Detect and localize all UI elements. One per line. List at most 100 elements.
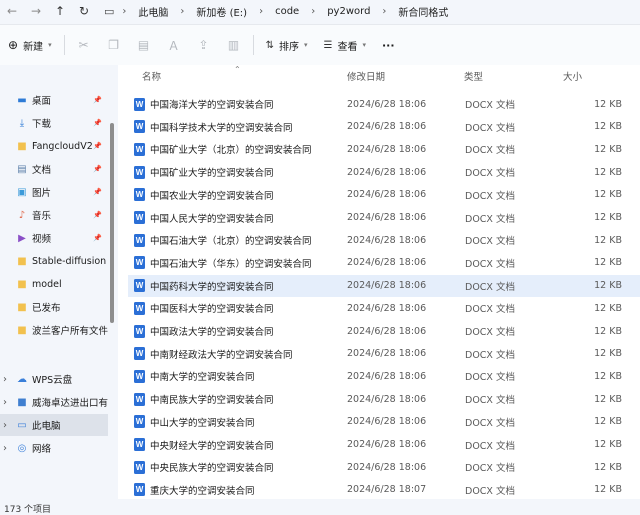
sidebar-root-item[interactable]: › ▭ 此电脑	[0, 414, 108, 436]
breadcrumb-item[interactable]: 新加卷 (E:)	[190, 4, 253, 19]
file-modified-date: 2024/6/28 18:06	[347, 280, 427, 292]
paste-icon[interactable]: ▤	[129, 31, 159, 59]
sidebar-item[interactable]: ▶ 视频 📌	[0, 227, 108, 249]
column-header-type[interactable]: 类型	[464, 69, 483, 83]
pin-icon: 📌	[93, 234, 102, 242]
file-row[interactable]: W 重庆大学的空调安装合同 2024/6/28 18:07 DOCX 文档 12 KB	[128, 479, 640, 499]
sidebar-item[interactable]: ■ Stable-diffusion	[0, 250, 108, 272]
column-header-name[interactable]: 名称	[142, 69, 161, 83]
sidebar-item-label: Stable-diffusion	[32, 255, 107, 267]
file-row[interactable]: W 中国农业大学的空调安装合同 2024/6/28 18:06 DOCX 文档 12 K…	[128, 184, 640, 206]
sidebar-item-label: model	[32, 278, 62, 290]
file-name: 中国石油大学（华东）的空调安装合同	[150, 258, 312, 270]
file-type: DOCX 文档	[465, 417, 515, 429]
sidebar-item-label: 音乐	[32, 211, 52, 222]
chevron-right-icon[interactable]: ›	[3, 397, 7, 408]
file-row[interactable]: W 中国医科大学的空调安装合同 2024/6/28 18:06 DOCX 文档 12 K…	[128, 297, 640, 319]
command-bar: ⊕ 新建 ▾ ✂ ❐ ▤ Ａ ⇪ ▥ ⇅ 排序 ▾ ☰ 查看 ▾ ···	[0, 24, 640, 66]
file-row[interactable]: W 中国石油大学（北京）的空调安装合同 2024/6/28 18:06 DOCX 文档…	[128, 229, 640, 251]
up-icon[interactable]: ↑	[48, 2, 72, 20]
file-modified-date: 2024/6/28 18:06	[347, 302, 427, 314]
file-row[interactable]: W 中山大学的空调安装合同 2024/6/28 18:06 DOCX 文档 12 KB	[128, 411, 640, 433]
column-header-row: 名称 ⌃ 修改日期 类型 大小	[118, 65, 640, 85]
copy-icon[interactable]: ❐	[99, 31, 129, 59]
sidebar-root-item[interactable]: › ■ 威海卓达进出口有限公司	[0, 391, 108, 413]
file-row[interactable]: W 中南大学的空调安装合同 2024/6/28 18:06 DOCX 文档 12 KB	[128, 365, 640, 387]
file-modified-date: 2024/6/28 18:06	[347, 439, 427, 450]
chevron-right-icon: ›	[180, 5, 185, 17]
file-modified-date: 2024/6/28 18:06	[347, 461, 427, 473]
sort-button[interactable]: ⇅ 排序 ▾	[258, 31, 316, 59]
cut-icon[interactable]: ✂	[69, 31, 99, 59]
sidebar-item[interactable]: ■ FangcloudV2 📌	[0, 135, 108, 157]
item-count: 173 个项目	[4, 505, 52, 515]
column-header-size[interactable]: 大小	[563, 69, 582, 83]
file-row[interactable]: W 中央财经大学的空调安装合同 2024/6/28 18:06 DOCX 文档 12 K…	[128, 434, 640, 456]
file-type: DOCX 文档	[465, 236, 515, 248]
file-row[interactable]: W 中国人民大学的空调安装合同 2024/6/28 18:06 DOCX 文档 12 K…	[128, 207, 640, 229]
file-row[interactable]: W 中国药科大学的空调安装合同 2024/6/28 18:06 DOCX 文档 12 K…	[128, 274, 640, 297]
view-button-label: 查看	[337, 41, 358, 53]
sidebar-item[interactable]: ■ 波兰客户所有文件	[0, 319, 108, 341]
sidebar-item[interactable]: ■ 已发布	[0, 296, 108, 318]
file-row[interactable]: W 中国科学技术大学的空调安装合同 2024/6/28 18:06 DOCX 文档 12…	[128, 116, 640, 138]
sidebar-item-label: 文档	[32, 165, 52, 176]
breadcrumb-item[interactable]: code	[269, 6, 305, 17]
sidebar-root-item[interactable]: › ☁ WPS云盘	[0, 368, 108, 390]
videos-icon: ▶	[18, 232, 26, 244]
file-name: 中国矿业大学（北京）的空调安装合同	[150, 145, 312, 157]
chevron-right-icon[interactable]: ›	[3, 420, 7, 431]
file-row[interactable]: W 中国矿业大学的空调安装合同 2024/6/28 18:06 DOCX 文档 12 K…	[128, 161, 640, 183]
sidebar-root-item[interactable]: › ◎ 网络	[0, 437, 108, 459]
sidebar-item[interactable]: ⤓ 下载 📌	[0, 112, 108, 134]
scrollbar-thumb[interactable]	[110, 123, 114, 323]
breadcrumb-item[interactable]: py2word	[321, 6, 376, 17]
file-size: 12 KB	[594, 166, 622, 178]
computer-icon[interactable]: ▭	[104, 5, 114, 18]
new-button[interactable]: ⊕ 新建 ▾	[0, 31, 60, 59]
sidebar-item[interactable]: ▣ 图片 📌	[0, 181, 108, 203]
pin-icon: 📌	[93, 211, 102, 219]
rename-icon[interactable]: Ａ	[159, 31, 189, 59]
back-icon[interactable]: ←	[0, 2, 24, 20]
file-modified-date: 2024/6/28 18:06	[347, 166, 427, 178]
chevron-right-icon[interactable]: ›	[3, 374, 7, 385]
file-modified-date: 2024/6/28 18:06	[347, 370, 427, 382]
music-icon: ♪	[18, 209, 26, 221]
file-size: 12 KB	[594, 257, 622, 269]
refresh-icon[interactable]: ↻	[72, 2, 96, 20]
file-row[interactable]: W 中南民族大学的空调安装合同 2024/6/28 18:06 DOCX 文档 12 K…	[128, 388, 640, 410]
sidebar-item[interactable]: ▬ 桌面 📌	[0, 89, 108, 111]
forward-icon[interactable]: →	[24, 2, 48, 20]
sidebar-item[interactable]: ♪ 音乐 📌	[0, 204, 108, 226]
file-row[interactable]: W 中国政法大学的空调安装合同 2024/6/28 18:06 DOCX 文档 12 K…	[128, 320, 640, 342]
file-size: 12 KB	[594, 416, 622, 428]
file-modified-date: 2024/6/28 18:06	[347, 257, 427, 269]
file-modified-date: 2024/6/28 18:06	[347, 325, 427, 337]
docx-file-icon: W	[134, 438, 145, 451]
sidebar-item[interactable]: ▤ 文档 📌	[0, 158, 108, 180]
sidebar-item-label: 波兰客户所有文件	[32, 326, 108, 337]
file-name: 中国农业大学的空调安装合同	[150, 190, 274, 202]
docx-file-icon: W	[134, 347, 145, 361]
share-icon[interactable]: ⇪	[189, 31, 219, 59]
breadcrumb-item[interactable]: 新合同格式	[392, 4, 454, 19]
toolbar-divider	[63, 35, 65, 55]
breadcrumb-item[interactable]: 此电脑	[132, 4, 174, 19]
chevron-right-icon[interactable]: ›	[3, 443, 7, 454]
file-row[interactable]: W 中国矿业大学（北京）的空调安装合同 2024/6/28 18:06 DOCX 文档…	[128, 138, 640, 160]
sidebar-scrollbar[interactable]	[108, 65, 116, 499]
file-row[interactable]: W 中国海洋大学的空调安装合同 2024/6/28 18:06 DOCX 文档 12 K…	[128, 93, 640, 115]
view-button[interactable]: ☰ 查看 ▾	[315, 31, 373, 59]
file-size: 12 KB	[594, 280, 622, 292]
delete-icon[interactable]: ▥	[219, 31, 249, 59]
file-modified-date: 2024/6/28 18:06	[347, 189, 427, 201]
more-options-button[interactable]: ···	[374, 31, 403, 59]
file-modified-date: 2024/6/28 18:06	[347, 143, 427, 155]
network-icon: ◎	[17, 442, 27, 454]
file-row[interactable]: W 中国石油大学（华东）的空调安装合同 2024/6/28 18:06 DOCX 文档…	[128, 252, 640, 274]
file-row[interactable]: W 中南财经政法大学的空调安装合同 2024/6/28 18:06 DOCX 文档 12…	[128, 343, 640, 365]
sidebar-item[interactable]: ■ model	[0, 273, 108, 295]
file-row[interactable]: W 中央民族大学的空调安装合同 2024/6/28 18:06 DOCX 文档 12 K…	[128, 456, 640, 478]
column-header-date[interactable]: 修改日期	[347, 69, 385, 83]
